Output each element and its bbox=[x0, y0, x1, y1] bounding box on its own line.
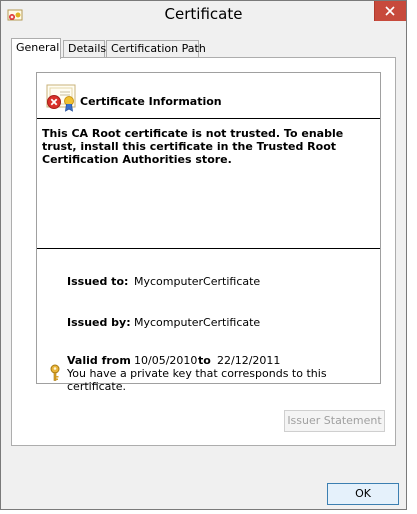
tab-certification-path[interactable]: Certification Path bbox=[106, 40, 206, 57]
private-key-text: You have a private key that corresponds … bbox=[67, 367, 327, 393]
issued-by-label: Issued by: bbox=[67, 316, 131, 329]
title-bar: Certificate bbox=[1, 1, 406, 31]
valid-to-value: 22/12/2011 bbox=[217, 354, 281, 367]
issuer-statement-button[interactable]: Issuer Statement bbox=[284, 410, 385, 432]
ok-button[interactable]: OK bbox=[327, 483, 399, 505]
certificate-info-heading: Certificate Information bbox=[80, 95, 222, 108]
close-icon bbox=[385, 6, 395, 16]
valid-from-label: Valid from bbox=[67, 354, 131, 367]
certificate-dialog: Certificate General Details Certificatio… bbox=[0, 0, 407, 510]
certificate-error-icon bbox=[46, 84, 76, 115]
tab-general[interactable]: General bbox=[11, 38, 61, 59]
window-title: Certificate bbox=[164, 5, 243, 23]
valid-from-value: 10/05/2010 bbox=[134, 354, 198, 367]
divider bbox=[37, 248, 380, 249]
close-button[interactable] bbox=[374, 1, 406, 21]
trust-warning-text: This CA Root certificate is not trusted.… bbox=[42, 127, 344, 166]
key-icon bbox=[49, 364, 61, 385]
issued-to-value: MycomputerCertificate bbox=[134, 275, 261, 288]
certificate-info-box: Certificate Information This CA Root cer… bbox=[36, 72, 381, 393]
tab-details[interactable]: Details bbox=[63, 40, 106, 57]
valid-to-label: to bbox=[198, 354, 211, 367]
issued-to-label: Issued to: bbox=[67, 275, 129, 288]
divider bbox=[37, 118, 380, 119]
general-panel: Certificate Information This CA Root cer… bbox=[11, 57, 396, 446]
issued-by-value: MycomputerCertificate bbox=[134, 316, 261, 329]
